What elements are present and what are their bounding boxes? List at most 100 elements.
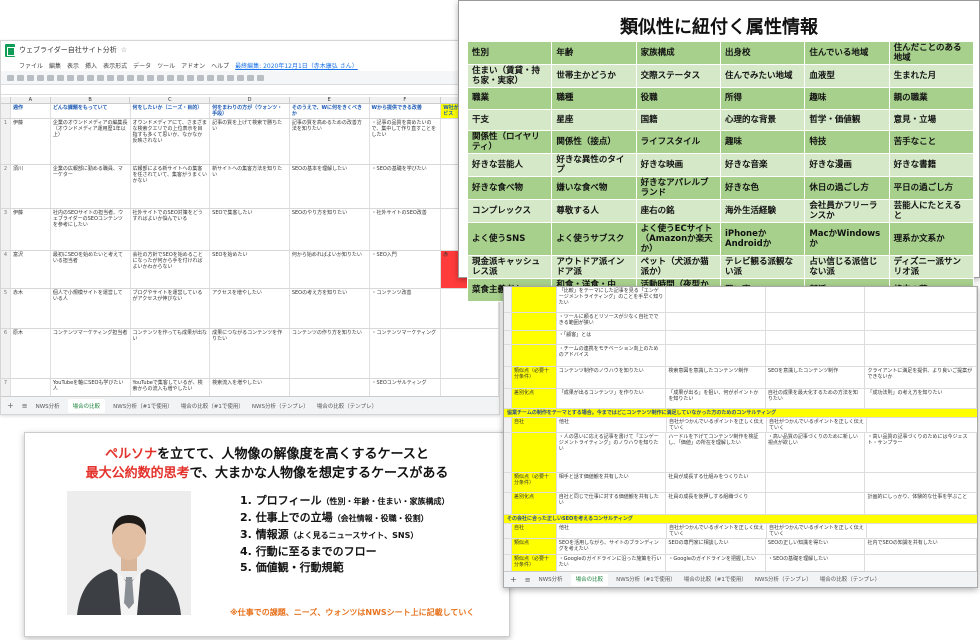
table-cell[interactable]: 類似点（必要十分条件） xyxy=(511,367,557,388)
sheet-tab[interactable]: NWS分析（#1で使用） xyxy=(616,577,676,583)
menu-item-1[interactable]: 編集 xyxy=(49,61,61,70)
table-cell[interactable]: オウンドメディアにて、さまざまな検索クエリでの上位表示を目指すも多くて思いか、な… xyxy=(131,119,211,164)
table-cell[interactable]: ・ツールに頼るとリソースが少なく自社でできる範囲が狭い xyxy=(557,313,667,330)
corner-cell[interactable] xyxy=(1,97,11,103)
table-cell[interactable]: SEOの考え方を知りたい xyxy=(290,289,370,328)
add-sheet-icon[interactable]: + xyxy=(7,401,14,410)
table-cell[interactable] xyxy=(441,329,499,378)
menu-item-2[interactable]: 表示 xyxy=(67,61,79,70)
table-cell[interactable] xyxy=(511,313,557,330)
row-number[interactable] xyxy=(504,493,512,514)
table-cell[interactable]: 差別化点 xyxy=(511,389,557,408)
toolbar-tool-icon[interactable] xyxy=(157,74,164,81)
header-cell[interactable]: 週作 xyxy=(11,104,51,118)
table-cell[interactable]: 自社と同じで仕事に対する価値観を共有したい xyxy=(557,493,667,514)
toolbar-tool-icon[interactable] xyxy=(47,74,54,81)
row-number[interactable] xyxy=(504,367,512,388)
star-icon[interactable]: ☆ xyxy=(121,46,127,54)
sheet-tab[interactable]: NWS分析（テンプレ） xyxy=(755,577,812,583)
header-cell[interactable]: そのうえで、Wに何をきくべきか xyxy=(290,104,370,118)
table-cell[interactable]: SEOを意識したコンテンツ制作 xyxy=(766,367,866,388)
row-number[interactable] xyxy=(504,331,512,344)
table-cell[interactable]: 検索意図を意識したコンテンツ制作 xyxy=(666,367,766,388)
column-header[interactable]: C xyxy=(130,97,211,103)
table-cell[interactable]: 会社の方針でSEOを始めることになったが何から手を付ければよいかわからない xyxy=(131,251,211,288)
table-cell[interactable]: 新サイトへの集客方法を知りたい xyxy=(210,165,290,208)
sheet-tab[interactable]: NWS分析 xyxy=(539,577,563,583)
header-cell[interactable]: 何をまわりの方が（ウォンツ・手段） xyxy=(210,104,290,118)
row-number[interactable]: 1 xyxy=(1,119,11,164)
table-cell[interactable]: コンテンツを作っても成果が出ない xyxy=(131,329,211,378)
sheet-list-icon[interactable]: ≡ xyxy=(525,576,531,583)
table-cell[interactable]: 社員が成長する仕組みをつくりたい xyxy=(666,473,766,492)
table-cell[interactable] xyxy=(666,331,766,344)
row-number[interactable] xyxy=(504,287,512,312)
table-cell[interactable] xyxy=(865,313,977,330)
table-cell[interactable]: 「成果が出るコンテンツ」を作りたい xyxy=(557,389,667,408)
table-cell[interactable] xyxy=(766,493,866,514)
table-cell[interactable]: 赤木 xyxy=(11,289,51,328)
table-cell[interactable] xyxy=(766,345,866,366)
toolbar-tool-icon[interactable] xyxy=(177,74,184,81)
table-cell[interactable]: ・高い品質の記事づくりのためには今ジェスト・サンプラー xyxy=(865,433,977,472)
table-cell[interactable]: SEOの専門家に相談したい xyxy=(666,539,766,554)
table-cell[interactable] xyxy=(865,287,977,312)
table-cell[interactable]: 記事の質を上げて検索で勝ちたい xyxy=(210,119,290,164)
toolbar-tool-icon[interactable] xyxy=(147,74,154,81)
table-cell[interactable] xyxy=(666,313,766,330)
sheet-tab[interactable]: 場合の比較（テンプレ） xyxy=(317,402,377,410)
column-header[interactable]: E xyxy=(290,97,370,103)
add-sheet-icon[interactable]: + xyxy=(510,575,517,583)
table-cell[interactable]: ・SEOの基礎を学びたい xyxy=(370,165,442,208)
table-cell[interactable]: 企業の広報部に勤める職員、マーケター xyxy=(51,165,131,208)
row-number[interactable] xyxy=(504,313,512,330)
menu-item-6[interactable]: ツール xyxy=(157,61,175,70)
table-cell[interactable] xyxy=(766,473,866,492)
column-header[interactable]: F xyxy=(370,97,442,103)
toolbar-tool-icon[interactable] xyxy=(117,74,124,81)
sheet-tab[interactable]: NWS分析 xyxy=(36,402,60,410)
column-header[interactable]: D xyxy=(210,97,290,103)
sheet-tab[interactable]: NWS分析（#1で使用） xyxy=(113,402,173,410)
table-cell[interactable] xyxy=(865,331,977,344)
table-cell[interactable]: ・高い品質の記事づくりのために新しい視点が欲しい xyxy=(766,433,866,472)
sheet-tab[interactable]: NWS分析（テンプレ） xyxy=(252,402,309,410)
table-cell[interactable]: 類似点（必要十分条件） xyxy=(511,473,557,492)
table-cell[interactable]: 記事の質を高めるための改善方法を知りたい xyxy=(290,119,370,164)
table-cell[interactable]: コンテンツの作り方を知りたい xyxy=(290,329,370,378)
table-cell[interactable] xyxy=(511,287,557,312)
header-cell[interactable]: Wから提供できる改善 xyxy=(370,104,442,118)
formula-bar[interactable] xyxy=(1,85,499,95)
table-cell[interactable]: ・コンテンツマーケティング xyxy=(370,329,442,378)
last-edit-status[interactable]: 最終編集: 2020年12月1日（赤木康弘 さん） xyxy=(235,61,358,70)
table-cell[interactable]: ・記事の品質を高めたいので、集中して作り直すことをしたい xyxy=(370,119,442,164)
table-cell[interactable]: 須川 xyxy=(11,165,51,208)
toolbar-tool-icon[interactable] xyxy=(257,74,264,81)
table-cell[interactable]: 社外サイトでのSEO対策をどうすればよいか悩んでいる xyxy=(131,209,211,250)
table-cell[interactable] xyxy=(511,331,557,344)
row-number[interactable] xyxy=(504,539,512,554)
table-cell[interactable] xyxy=(766,587,866,588)
table-cell[interactable]: ・社外サイトのSEO改善 xyxy=(370,209,442,250)
table-cell[interactable]: ブログやサイトを運営しているがアクセスが伸びない xyxy=(131,289,211,328)
menu-item-5[interactable]: データ xyxy=(133,61,151,70)
table-cell[interactable]: 社内のSEOサイトの担当者、ウェブライダーのSEOコンテンツを参考にしたい xyxy=(51,209,131,250)
toolbar-tool-icon[interactable] xyxy=(227,74,234,81)
row-number[interactable] xyxy=(504,473,512,492)
toolbar-tool-icon[interactable] xyxy=(187,74,194,81)
table-cell[interactable]: 伊藤 xyxy=(11,209,51,250)
row-number[interactable] xyxy=(504,389,512,408)
table-cell[interactable]: ・チームの連携をモチベーション向上のためのアドバイス xyxy=(557,345,667,366)
column-header[interactable]: B xyxy=(51,97,131,103)
sheets-logo-icon[interactable] xyxy=(5,43,15,57)
table-cell[interactable]: コンテンツマーケティング担当者 xyxy=(51,329,131,378)
table-cell[interactable]: 「成果が出る」を狙い、何がポイントかを知りたい xyxy=(666,389,766,408)
column-header[interactable]: A xyxy=(11,97,51,103)
table-cell[interactable]: SEOで集客したい xyxy=(210,209,290,250)
toolbar-tool-icon[interactable] xyxy=(87,74,94,81)
table-cell[interactable] xyxy=(766,287,866,312)
menu-item-8[interactable]: ヘルプ xyxy=(211,61,229,70)
toolbar-tool-icon[interactable] xyxy=(217,74,224,81)
table-cell[interactable]: ・コンテンツ改善 xyxy=(370,289,442,328)
sheet-doc-title[interactable]: ウェブライダー自社サイト分析 xyxy=(19,45,117,55)
